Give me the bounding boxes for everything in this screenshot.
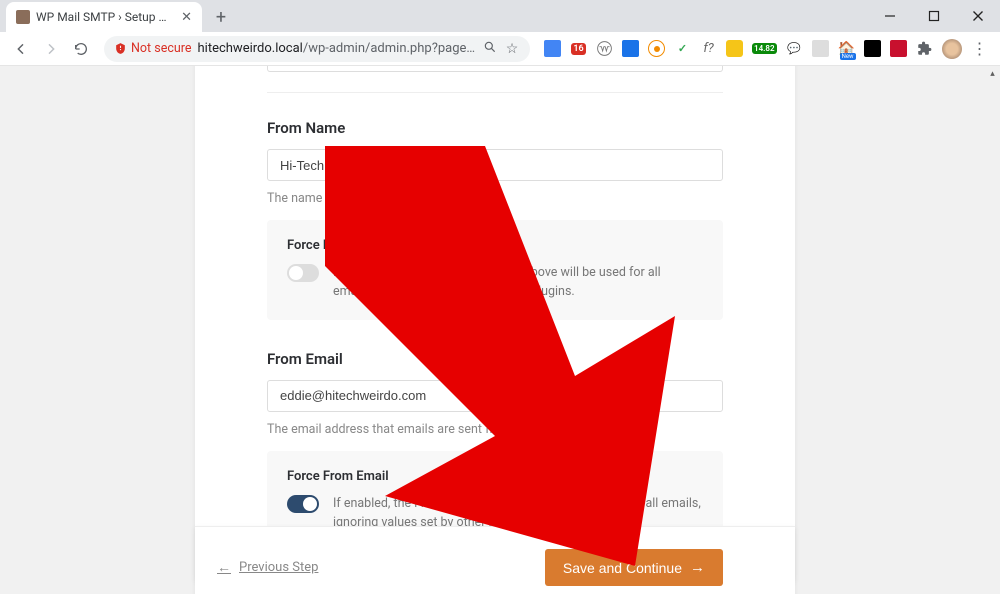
security-indicator[interactable]: Not secure — [114, 41, 192, 56]
from-name-label: From Name — [267, 119, 723, 137]
from-email-input[interactable] — [267, 380, 723, 412]
extension-icon[interactable]: 💬 — [786, 40, 803, 57]
address-bar[interactable]: Not secure hitechweirdo.local/wp-admin/a… — [104, 36, 530, 62]
wizard-footer: ← Previous Step Save and Continue → — [195, 526, 795, 594]
url-text: hitechweirdo.local/wp-admin/admin.php?pa… — [198, 41, 477, 56]
from-name-input[interactable] — [267, 149, 723, 181]
back-button[interactable] — [8, 36, 34, 62]
from-email-label: From Email — [267, 350, 723, 368]
forward-button[interactable] — [38, 36, 64, 62]
from-email-help: The email address that emails are sent f… — [267, 422, 723, 437]
previous-step-link[interactable]: ← Previous Step — [217, 559, 318, 576]
scrollbar[interactable]: ▴ — [985, 66, 1000, 594]
extensions-tray: 16 ✓ f? 14.82 💬 🏠 New ⋮ — [540, 39, 992, 59]
tab-title: WP Mail SMTP › Setup Wizard — [36, 10, 175, 24]
security-label: Not secure — [131, 41, 192, 56]
prior-field-remnant — [267, 66, 723, 72]
reload-button[interactable] — [68, 36, 94, 62]
force-from-email-toggle[interactable] — [287, 495, 319, 513]
search-in-page-icon[interactable] — [482, 40, 498, 58]
maximize-button[interactable] — [912, 0, 956, 32]
extension-icon[interactable]: 14.82 — [752, 40, 777, 57]
save-continue-label: Save and Continue — [563, 560, 682, 576]
tab-bar: WP Mail SMTP › Setup Wizard ✕ + — [0, 0, 1000, 32]
extension-icon[interactable] — [812, 40, 829, 57]
profile-avatar[interactable] — [942, 39, 962, 59]
from-name-help: The name that emails are sent from. — [267, 191, 723, 206]
save-continue-button[interactable]: Save and Continue → — [545, 549, 723, 586]
extension-icon[interactable]: 🏠 New — [838, 40, 855, 57]
page-viewport: From Name The name that emails are sent … — [0, 66, 1000, 594]
extension-icon[interactable]: 16 — [570, 40, 587, 57]
window-controls — [868, 0, 1000, 32]
bookmark-icon[interactable]: ☆ — [504, 41, 520, 57]
new-tab-button[interactable]: + — [208, 4, 234, 30]
extensions-puzzle-icon[interactable] — [916, 40, 933, 57]
favicon-icon — [16, 10, 30, 24]
wordpress-icon[interactable] — [596, 40, 613, 57]
scroll-up-icon[interactable]: ▴ — [985, 66, 1000, 81]
force-from-email-title: Force From Email — [287, 469, 703, 484]
force-from-name-box: Force From Name If enabled, the From Nam… — [267, 220, 723, 320]
extension-icon[interactable] — [544, 40, 561, 57]
arrow-left-icon: ← — [217, 559, 231, 576]
extension-icon[interactable]: f? — [700, 40, 717, 57]
minimize-button[interactable] — [868, 0, 912, 32]
close-icon[interactable]: ✕ — [181, 10, 192, 25]
browser-tab[interactable]: WP Mail SMTP › Setup Wizard ✕ — [6, 2, 202, 32]
browser-chrome: WP Mail SMTP › Setup Wizard ✕ + — [0, 0, 1000, 66]
force-from-name-title: Force From Name — [287, 238, 703, 253]
extension-icon[interactable] — [864, 40, 881, 57]
browser-toolbar: Not secure hitechweirdo.local/wp-admin/a… — [0, 32, 1000, 66]
extension-icon[interactable] — [890, 40, 907, 57]
close-window-button[interactable] — [956, 0, 1000, 32]
force-from-name-toggle[interactable] — [287, 264, 319, 282]
previous-step-label: Previous Step — [239, 560, 318, 575]
kebab-menu-icon[interactable]: ⋮ — [971, 40, 988, 57]
divider — [267, 92, 723, 93]
force-from-name-desc: If enabled, the From Name setting above … — [333, 263, 703, 302]
extension-icon[interactable] — [726, 40, 743, 57]
arrow-right-icon: → — [690, 559, 705, 576]
extension-icon[interactable] — [622, 40, 639, 57]
setup-wizard-card: From Name The name that emails are sent … — [195, 66, 795, 581]
extension-icon[interactable]: ✓ — [674, 40, 691, 57]
extension-icon[interactable] — [648, 40, 665, 57]
